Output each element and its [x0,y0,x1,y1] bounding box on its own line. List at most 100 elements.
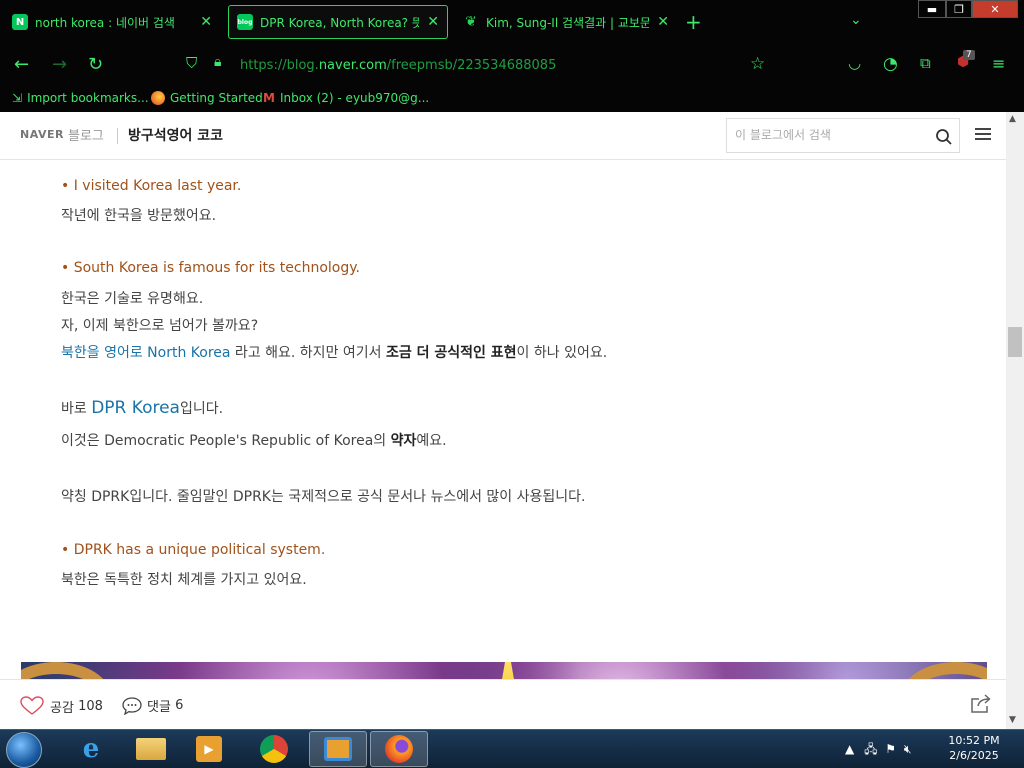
english-sentence: DPRK has a unique political system. [73,542,326,558]
new-tab-button[interactable]: + [685,10,702,34]
url-domain: naver.com [318,58,387,73]
close-tab-icon[interactable]: ✕ [200,14,212,30]
comment-button[interactable]: 댓글 6 [122,696,183,715]
vpn-icon[interactable]: ◔ [883,54,898,74]
paragraph-dpr-korea: 바로 DPR Korea입니다. [61,398,223,418]
import-icon: ⇲ [12,91,23,105]
highlight-blue-large: DPR Korea [91,398,180,418]
page-scrollbar[interactable]: ▲ ▼ [1006,112,1024,729]
comment-count: 6 [175,698,184,713]
scroll-down-arrow-icon[interactable]: ▼ [1009,715,1016,725]
firefox-icon [385,735,413,763]
tab-bar: N north korea : 네이버 검색 ✕ blog DPR Korea,… [0,0,1024,44]
forward-arrow-icon[interactable]: → [52,54,67,75]
search-icon[interactable] [935,128,953,146]
web-page: NAVER 블로그 방구석영어 코코 • I visited Korea las… [0,112,1024,729]
like-button[interactable]: 공감 108 [20,696,103,716]
close-window-button[interactable]: ✕ [972,0,1018,18]
post-footer: 공감 108 댓글 6 [0,679,1006,729]
extension-badge: 7 [963,50,975,60]
header-divider [117,128,118,144]
bookmark-getting-started[interactable]: Getting Started [151,91,263,105]
hamburger-menu-icon[interactable] [975,128,991,142]
text-span: 예요. [416,433,447,449]
pocket-icon[interactable]: ◡ [848,54,861,72]
korean-translation: 한국은 기술로 유명해요. [61,291,204,307]
minimize-button[interactable]: ▬ [918,0,946,18]
text-span: 이것은 Democratic People's Republic of Kore… [61,433,391,449]
bullet-dot: • [61,260,70,276]
navigation-toolbar: ← → ↻ ⛉ 🔒︎ https://blog.naver.com/freepm… [0,44,1024,86]
windows-taskbar: e ▶ ▲ 🖧︎ ⚑ 🔇︎ 10:52 PM 2/6/2025 [0,729,1024,768]
url-prefix: https://blog. [240,58,319,73]
start-button[interactable] [6,732,42,768]
blog-title[interactable]: 방구석영어 코코 [128,125,223,145]
restore-button[interactable]: ❐ [946,0,972,18]
scroll-up-arrow-icon[interactable]: ▲ [1009,114,1016,124]
bullet-sentence-1: • I visited Korea last year. [61,178,241,194]
chrome-taskbar-button[interactable] [245,731,303,767]
list-all-tabs-chevron-icon[interactable]: ⌄ [850,12,862,28]
paragraph-north-korea: 북한을 영어로 North Korea 라고 해요. 하지만 여기서 조금 더 … [61,342,607,362]
transition-text: 자, 이제 북한으로 넘어가 볼까요? [61,318,259,334]
comment-label: 댓글 [147,700,171,715]
bullet-sentence-3: • DPRK has a unique political system. [61,542,325,558]
tab-naver-search[interactable]: N north korea : 네이버 검색 ✕ [4,5,220,39]
text-span: 바로 [61,401,92,417]
bookmark-gmail-inbox[interactable]: M Inbox (2) - eyub970@g... [263,91,429,105]
scroll-thumb[interactable] [1008,327,1022,357]
blog-favicon-icon: blog [237,14,253,30]
address-bar[interactable]: https://blog.naver.com/freepmsb/22353468… [240,58,556,73]
lock-icon[interactable]: 🔒︎ [214,54,221,70]
media-player-icon: ▶ [196,736,222,762]
text-span: 라고 해요. 하지만 여기서 [230,345,386,361]
bookmark-label: Import bookmarks... [27,91,149,105]
volume-muted-icon[interactable]: 🔇︎ [904,742,912,756]
paragraph-dprk: 약칭 DPRK입니다. 줄임말인 DPRK는 국제적으로 공식 문서나 뉴스에서… [61,489,586,505]
shield-icon[interactable]: ⛉ [186,54,197,72]
highlight-blue: 북한을 영어로 North Korea [61,345,231,361]
tab-blog-post[interactable]: blog DPR Korea, North Korea? 뜻, : ✕ [228,5,448,39]
bullet-dot: • [61,542,70,558]
english-sentence: I visited Korea last year. [73,178,242,194]
bullet-dot: • [61,178,70,194]
blog-search-input[interactable] [735,128,925,142]
bookmark-star-icon[interactable]: ☆ [750,54,765,74]
bookmark-import[interactable]: ⇲ Import bookmarks... [12,91,149,105]
app-menu-icon[interactable]: ≡ [992,54,1005,73]
close-tab-icon[interactable]: ✕ [657,14,669,30]
close-tab-icon[interactable]: ✕ [427,14,439,30]
tab-title: north korea : 네이버 검색 [35,15,175,30]
comment-bubble-icon [122,696,142,715]
bullet-sentence-2: • South Korea is famous for its technolo… [61,260,360,276]
file-explorer-taskbar-button[interactable] [122,731,180,767]
blog-search-box [726,118,960,153]
clock[interactable]: 10:52 PM 2/6/2025 [945,733,1003,763]
kyobo-favicon-icon: ❦ [465,14,477,30]
folder-icon [136,738,166,760]
app-taskbar-button[interactable] [309,731,367,767]
gmail-icon: M [263,91,275,105]
share-icon[interactable] [970,694,992,714]
network-icon[interactable]: 🖧︎ [864,742,877,756]
blog-header: NAVER 블로그 방구석영어 코코 [0,112,1006,160]
paragraph-abbreviation: 이것은 Democratic People's Republic of Kore… [61,430,447,450]
highlight-bold: 약자 [390,433,417,449]
clock-time: 10:52 PM [948,734,1000,747]
firefox-taskbar-button[interactable] [370,731,428,767]
show-hidden-icons-arrow-icon[interactable]: ▲ [845,742,854,756]
firefox-icon [151,91,165,105]
back-arrow-icon[interactable]: ← [14,54,29,75]
naver-logo[interactable]: NAVER [20,128,64,141]
bookmarks-toolbar: ⇲ Import bookmarks... Getting Started M … [0,86,1024,112]
bookmark-label: Getting Started [170,91,263,105]
tab-kyobo[interactable]: ❦ Kim, Sung-Il 검색결과 | 교보문 ✕ [455,5,677,39]
extensions-icon[interactable]: ⧉ [920,54,931,72]
blog-link[interactable]: 블로그 [68,125,104,144]
action-center-flag-icon[interactable]: ⚑ [885,742,896,756]
internet-explorer-taskbar-button[interactable]: e [62,731,120,767]
korean-translation: 작년에 한국을 방문했어요. [61,208,217,224]
text-span: 입니다. [179,401,224,417]
media-player-taskbar-button[interactable]: ▶ [180,731,238,767]
reload-icon[interactable]: ↻ [88,54,103,75]
